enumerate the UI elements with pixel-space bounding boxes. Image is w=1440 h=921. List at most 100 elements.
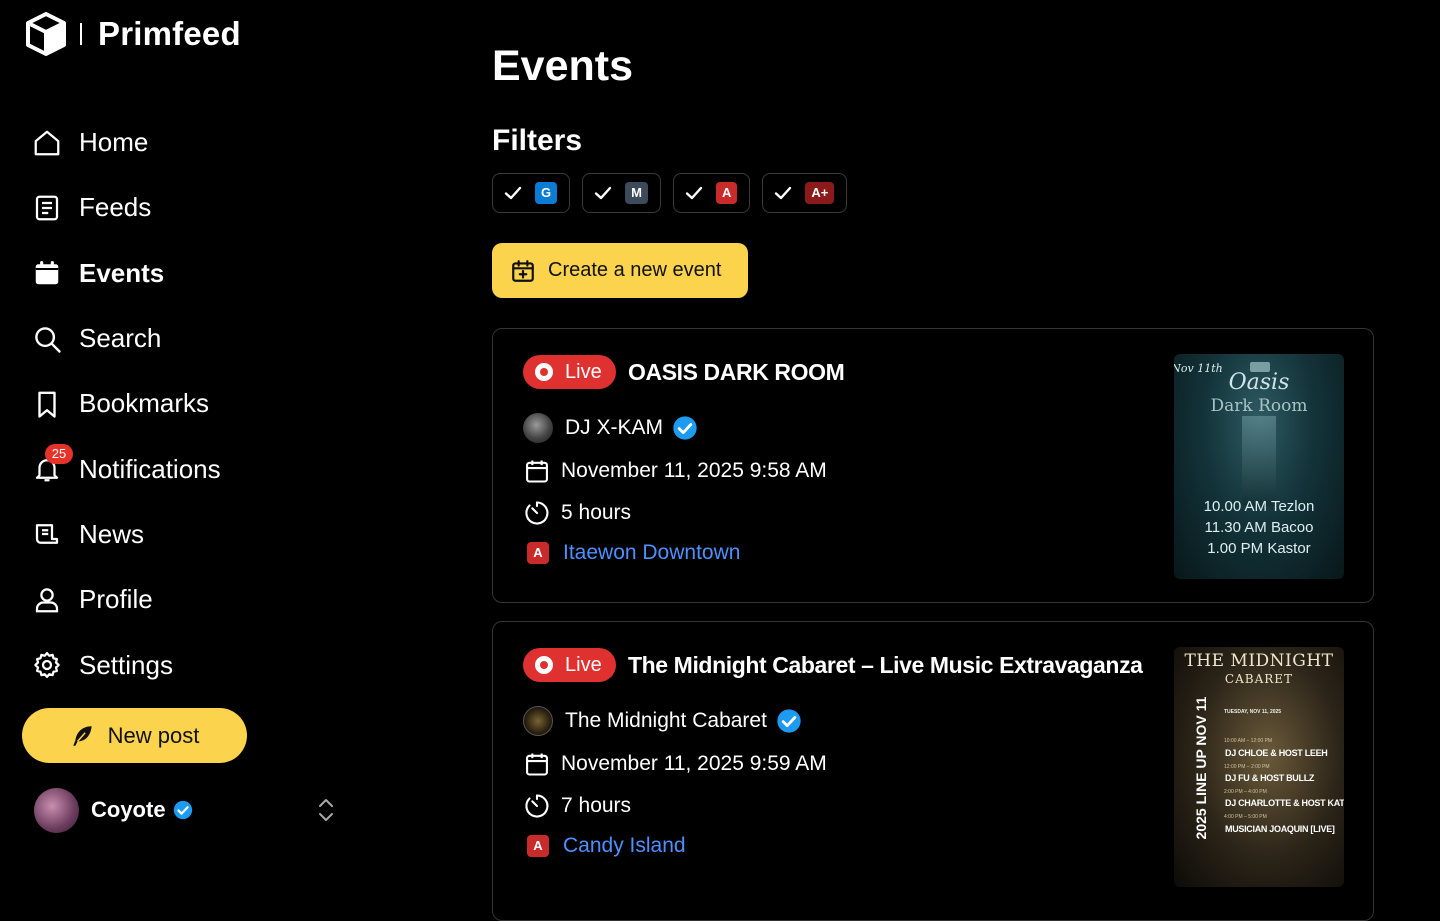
date-text: November 11, 2025 9:59 AM: [561, 752, 827, 775]
location-link[interactable]: Candy Island: [563, 834, 686, 858]
app-name: Primfeed: [98, 15, 241, 52]
calendar-icon: [526, 753, 548, 776]
location-rating-badge: A: [527, 542, 549, 564]
verified-icon: [673, 416, 697, 440]
event-card[interactable]: Live OASIS DARK ROOM DJ X-KAM November 1…: [492, 328, 1374, 603]
nav-label-home: Home: [79, 127, 149, 158]
event-poster-image[interactable]: THE MIDNIGHT CABARET 2025 LINE UP NOV 11…: [1174, 647, 1344, 887]
nav-label-notifications: Notifications: [79, 453, 221, 484]
poster-side-text: 2025 LINE UP NOV 11: [1193, 696, 1209, 840]
home-icon: [34, 130, 60, 156]
poster-time-4: 4:00 PM – 5:00 PM: [1224, 814, 1267, 820]
date-text: November 11, 2025 9:58 AM: [561, 459, 827, 482]
event-date: November 11, 2025 9:59 AM: [523, 750, 827, 778]
nav-item-feeds[interactable]: Feeds: [32, 175, 221, 240]
filter-g[interactable]: G: [492, 173, 571, 213]
new-post-label: New post: [107, 722, 200, 748]
filter-a[interactable]: A: [672, 173, 751, 213]
nav-label-feeds: Feeds: [79, 192, 152, 223]
calendar-plus-icon: [512, 259, 534, 282]
poster-time-2: 12:00 PM – 2:00 PM: [1224, 764, 1270, 770]
nav-item-notifications[interactable]: 25 Notifications: [32, 436, 221, 501]
rating-badge-a: A: [715, 182, 738, 204]
nav-item-search[interactable]: Search: [32, 306, 221, 371]
nav-item-profile[interactable]: Profile: [32, 567, 221, 632]
user-name: Coyote: [91, 797, 166, 822]
host-avatar: [523, 413, 553, 443]
cube-logo-icon: [26, 12, 66, 56]
check-icon: [504, 186, 522, 200]
poster-line-3: 1.00 PM Kastor: [1207, 540, 1311, 557]
event-location: A Candy Island: [523, 834, 686, 858]
poster-line-1: 10.00 AM Tezlon: [1203, 498, 1315, 515]
create-event-button[interactable]: Create a new event: [492, 243, 748, 298]
event-host[interactable]: The Midnight Cabaret: [523, 706, 813, 736]
nav-item-bookmarks[interactable]: Bookmarks: [32, 371, 221, 436]
event-host[interactable]: DJ X-KAM: [523, 413, 709, 443]
news-icon: [35, 524, 59, 545]
poster-act-2: DJ FU & HOST BULLZ: [1225, 773, 1315, 783]
duration-text: 7 hours: [561, 794, 632, 817]
rating-filters: G M A A+: [492, 173, 859, 213]
sidebar: Primfeed Home Feeds Events Search Bookma…: [0, 0, 360, 864]
filter-a-plus[interactable]: A+: [762, 173, 848, 213]
location-link[interactable]: Itaewon Downtown: [563, 541, 740, 565]
poster-corridor-shape: [1242, 416, 1276, 506]
timer-icon: [525, 794, 549, 818]
live-label: Live: [565, 360, 602, 383]
nav-label-settings: Settings: [79, 649, 173, 680]
event-title[interactable]: OASIS DARK ROOM: [628, 359, 845, 386]
filter-m[interactable]: M: [582, 173, 661, 213]
event-duration: 7 hours: [523, 792, 631, 820]
app-logo[interactable]: Primfeed: [26, 12, 241, 56]
rating-badge-g: G: [535, 182, 558, 204]
page-title: Events: [492, 42, 634, 90]
calendar-icon: [35, 261, 59, 285]
calendar-icon: [526, 460, 548, 483]
nav-label-bookmarks: Bookmarks: [79, 388, 210, 419]
poster-time-3: 2:00 PM – 4:00 PM: [1224, 789, 1267, 795]
feeds-icon: [35, 195, 59, 221]
live-badge: Live: [523, 355, 616, 389]
account-switcher[interactable]: Coyote: [34, 787, 344, 833]
live-label: Live: [565, 653, 602, 676]
feather-icon: [72, 725, 92, 746]
avatar: [34, 787, 79, 833]
nav-label-search: Search: [79, 323, 162, 354]
event-location: A Itaewon Downtown: [523, 541, 740, 565]
poster-time-1: 10:00 AM – 12:00 PM: [1224, 738, 1273, 744]
host-avatar: [523, 706, 553, 736]
poster-act-3: DJ CHARLOTTE & HOST KATIE: [1225, 798, 1344, 808]
nav-item-events[interactable]: Events: [32, 241, 221, 306]
rating-badge-a-plus: A+: [805, 182, 835, 204]
chevron-up-down-icon: [319, 799, 333, 821]
poster-title-1: THE MIDNIGHT: [1184, 651, 1334, 671]
nav-item-home[interactable]: Home: [32, 110, 221, 175]
poster-line-2: 11.30 AM Bacoo: [1204, 519, 1314, 536]
live-dot-icon: [535, 363, 553, 381]
event-date: November 11, 2025 9:58 AM: [523, 457, 827, 485]
poster-act-4: MUSICIAN JOAQUIN [LIVE]: [1225, 824, 1335, 834]
event-card[interactable]: Live The Midnight Cabaret – Live Music E…: [492, 621, 1374, 921]
timer-icon: [525, 501, 549, 525]
event-duration: 5 hours: [523, 499, 631, 527]
event-poster-image[interactable]: Nov 11th Oasis Dark Room 10.00 AM Tezlon…: [1174, 354, 1344, 579]
nav-label-events: Events: [79, 257, 165, 288]
nav-label-news: News: [79, 518, 145, 549]
poster-title-2: Dark Room: [1210, 396, 1308, 416]
event-title[interactable]: The Midnight Cabaret – Live Music Extrav…: [628, 652, 1143, 679]
nav-item-news[interactable]: News: [32, 502, 221, 567]
poster-title-1: Oasis: [1228, 370, 1290, 395]
check-icon: [775, 186, 792, 200]
logo-separator: [80, 23, 82, 45]
check-icon: [594, 186, 612, 200]
live-badge: Live: [523, 648, 616, 682]
nav-label-profile: Profile: [79, 584, 153, 615]
location-rating-badge: A: [527, 835, 549, 857]
poster-title-2: CABARET: [1224, 672, 1294, 686]
search-icon: [35, 326, 61, 353]
nav-item-settings[interactable]: Settings: [32, 632, 221, 697]
gear-icon: [34, 652, 60, 679]
new-post-button[interactable]: New post: [22, 708, 247, 763]
rating-badge-m: M: [625, 182, 648, 204]
